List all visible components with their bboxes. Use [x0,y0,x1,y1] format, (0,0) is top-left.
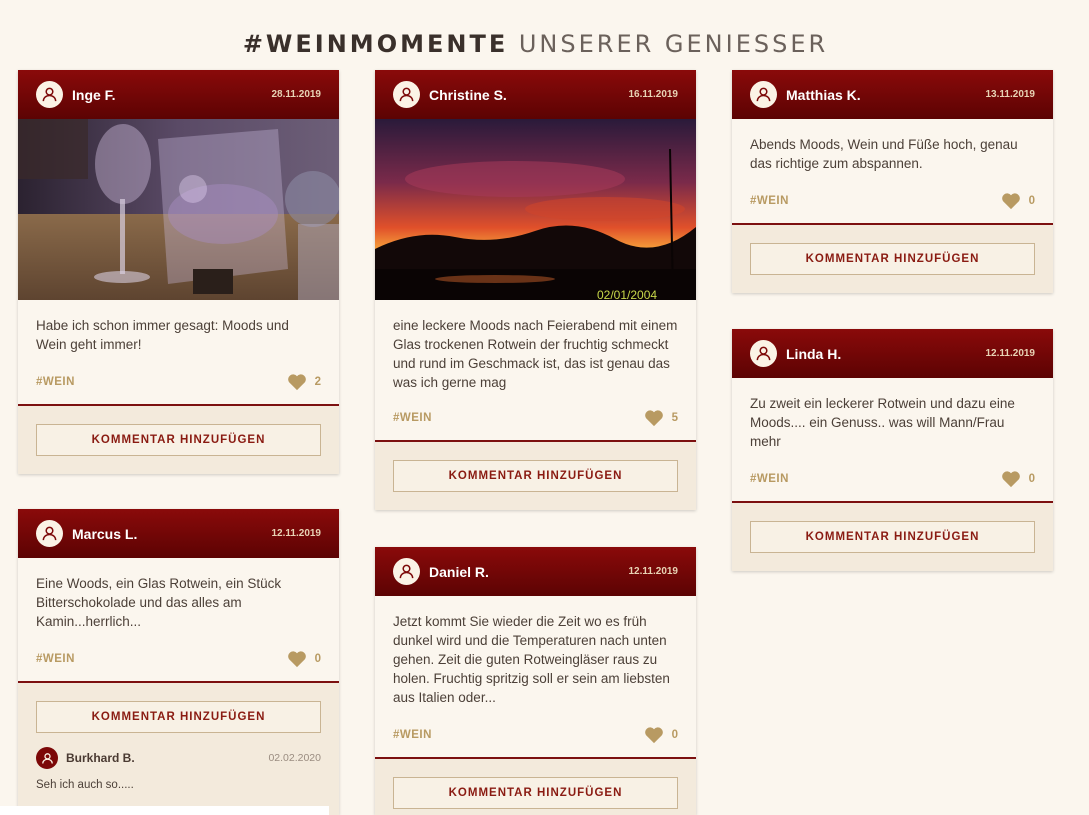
post-header: Matthias K. 13.11.2019 [732,70,1053,119]
page-title-light: UNSERER GENIESSER [518,30,829,58]
heart-icon[interactable] [287,373,307,391]
post-author: Inge F. [72,86,116,103]
user-avatar-icon [36,520,63,547]
post-author: Christine S. [429,86,507,103]
post-date: 16.11.2019 [628,89,679,100]
post-card: Matthias K. 13.11.2019 Abends Moods, Wei… [732,70,1053,293]
post-date: 12.11.2019 [271,528,322,539]
post-author: Marcus L. [72,525,138,542]
user-avatar-icon [393,81,420,108]
comment-item: Burkhard B. 02.02.2020 Seh ich auch so..… [18,745,339,803]
post-body: Abends Moods, Wein und Füße hoch, genau … [732,119,1053,223]
post-tag[interactable]: #WEIN [750,473,789,485]
post-photo[interactable] [18,119,339,300]
post-card: Christine S. 16.11.2019 02/01/2004 eine … [375,70,696,510]
page-title: #WEINMOMENTE UNSERER GENIESSER [0,30,1071,58]
add-comment-button[interactable]: KOMMENTAR HINZUFÜGEN [750,243,1035,275]
post-body: Zu zweit ein leckerer Rotwein und dazu e… [732,378,1053,501]
like-count: 0 [314,653,321,665]
post-photo[interactable]: 02/01/2004 [375,119,696,300]
post-tag[interactable]: #WEIN [36,376,75,388]
like-count: 0 [1028,473,1035,485]
post-body: Habe ich schon immer gesagt: Moods und W… [18,300,339,404]
user-avatar-icon [750,340,777,367]
post-card: Inge F. 28.11.2019 Habe ich schon immer … [18,70,339,474]
add-comment-button[interactable]: KOMMENTAR HINZUFÜGEN [36,424,321,456]
add-comment-button[interactable]: KOMMENTAR HINZUFÜGEN [393,460,678,492]
post-author: Linda H. [786,345,842,362]
comment-author: Burkhard B. [66,751,135,765]
post-card: Linda H. 12.11.2019 Zu zweit ein leckere… [732,329,1053,571]
user-avatar-icon [36,81,63,108]
comment-text: Seh ich auch so..... [36,779,134,791]
like-button[interactable]: 0 [644,726,678,744]
like-count: 0 [671,729,678,741]
heart-icon[interactable] [644,409,664,427]
like-button[interactable]: 2 [287,373,321,391]
like-button[interactable]: 0 [1001,192,1035,210]
post-tag[interactable]: #WEIN [393,412,432,424]
user-avatar-icon [393,558,420,585]
user-avatar-icon [750,81,777,108]
heart-icon[interactable] [287,650,307,668]
like-count: 2 [314,376,321,388]
post-header: Inge F. 28.11.2019 [18,70,339,119]
commenter-avatar-icon [36,747,58,769]
post-body: eine leckere Moods nach Feierabend mit e… [375,300,696,440]
post-text: Zu zweit ein leckerer Rotwein und dazu e… [750,396,1015,449]
post-text: Habe ich schon immer gesagt: Moods und W… [36,318,289,352]
post-date: 28.11.2019 [271,89,322,100]
post-date: 12.11.2019 [628,566,679,577]
like-button[interactable]: 5 [644,409,678,427]
post-header: Marcus L. 12.11.2019 [18,509,339,558]
post-text: eine leckere Moods nach Feierabend mit e… [393,318,678,390]
post-date: 13.11.2019 [985,89,1036,100]
post-body: Jetzt kommt Sie wieder die Zeit wo es fr… [375,596,696,757]
add-comment-button[interactable]: KOMMENTAR HINZUFÜGEN [393,777,678,809]
post-tag[interactable]: #WEIN [750,195,789,207]
post-body: Eine Woods, ein Glas Rotwein, ein Stück … [18,558,339,681]
add-comment-button[interactable]: KOMMENTAR HINZUFÜGEN [750,521,1035,553]
comment-date: 02.02.2020 [268,752,321,764]
like-count: 0 [1028,195,1035,207]
overlay-strip [0,806,329,815]
heart-icon[interactable] [644,726,664,744]
like-button[interactable]: 0 [1001,470,1035,488]
post-card: Marcus L. 12.11.2019 Eine Woods, ein Gla… [18,509,339,815]
post-author: Matthias K. [786,86,861,103]
post-text: Eine Woods, ein Glas Rotwein, ein Stück … [36,576,282,629]
post-text: Abends Moods, Wein und Füße hoch, genau … [750,137,1018,171]
post-date: 12.11.2019 [985,348,1036,359]
heart-icon[interactable] [1001,192,1021,210]
post-text: Jetzt kommt Sie wieder die Zeit wo es fr… [393,614,670,705]
post-tag[interactable]: #WEIN [36,653,75,665]
post-author: Daniel R. [429,563,489,580]
post-header: Christine S. 16.11.2019 [375,70,696,119]
post-header: Daniel R. 12.11.2019 [375,547,696,596]
page-title-strong: #WEINMOMENTE [242,30,509,58]
like-count: 5 [671,412,678,424]
post-tag[interactable]: #WEIN [393,729,432,741]
add-comment-button[interactable]: KOMMENTAR HINZUFÜGEN [36,701,321,733]
post-card: Daniel R. 12.11.2019 Jetzt kommt Sie wie… [375,547,696,815]
like-button[interactable]: 0 [287,650,321,668]
post-header: Linda H. 12.11.2019 [732,329,1053,378]
photo-date-stamp: 02/01/2004 [597,288,657,300]
heart-icon[interactable] [1001,470,1021,488]
